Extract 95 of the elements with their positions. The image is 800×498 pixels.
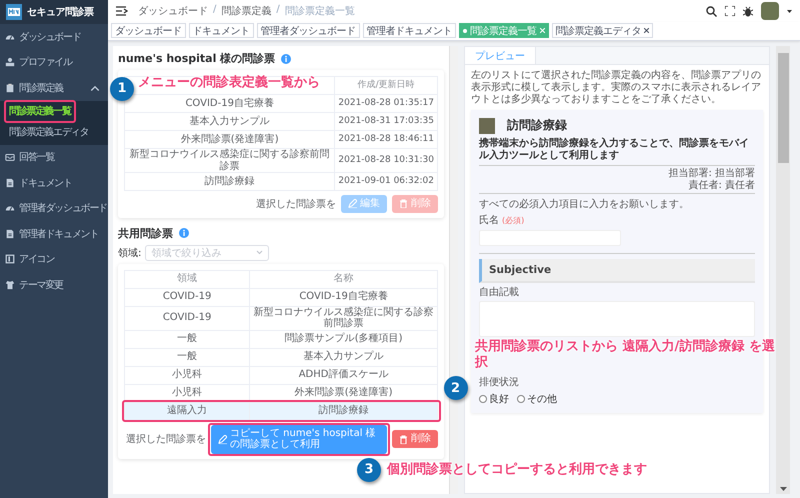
- trash-icon: [399, 434, 408, 444]
- column-header: 領域: [124, 270, 250, 288]
- filter-label: 領域:: [118, 246, 142, 260]
- form-title: 訪問診療録: [507, 117, 567, 134]
- table-cell: 2021-08-28 18:46:11: [334, 130, 438, 148]
- pencil-icon: [348, 199, 357, 208]
- highlight-frame: [4, 100, 76, 122]
- table-cell: COVID-19: [124, 288, 250, 306]
- fullscreen-icon: [725, 6, 735, 16]
- sidebar-item[interactable]: アイコン: [0, 246, 108, 272]
- required-label: (必須): [502, 216, 524, 225]
- table-cell: 2021-09-01 06:32:02: [334, 172, 438, 190]
- page-tab[interactable]: ドキュメント: [188, 23, 254, 38]
- pencil-icon: [218, 434, 227, 444]
- logo-icon: [6, 4, 22, 20]
- table-cell: 訪問診療録: [124, 172, 335, 190]
- sidebar-item[interactable]: テーマ変更: [0, 272, 108, 298]
- menu-icon: [116, 6, 128, 16]
- sidebar-subitem[interactable]: 問診票定義エディタ: [6, 122, 92, 142]
- photo-placeholder: [479, 118, 495, 134]
- search-icon: [706, 6, 717, 16]
- field-label: 排便状況: [479, 377, 519, 388]
- notice-text: 左のリストにて選択された問診票定義の内容を、問診票アプリの表示形式に模して表示します。実際のスマホに表示されるレイアウトとは多少異なっておりますことをご了承ください。: [471, 70, 762, 106]
- action-label: 選択した問診票を: [126, 432, 206, 446]
- sidebar-item[interactable]: 管理者ダッシュボード: [0, 196, 108, 221]
- table-cell: 基本入力サンプル: [124, 112, 335, 130]
- action-label: 選択した問診票を: [256, 198, 336, 211]
- trash-icon: [399, 199, 408, 208]
- bug-icon: [743, 6, 753, 16]
- form-description: 携帯端末から訪問診療録を入力することで、問診票をモバイル入力ツールとして利用します: [479, 138, 750, 162]
- column-header: 名称: [250, 270, 438, 288]
- breadcrumb-separator: /: [213, 4, 216, 17]
- scrollbar[interactable]: [776, 46, 790, 494]
- page-tab[interactable]: 問診票定義エディタ: [552, 23, 653, 38]
- table-cell: 遠隔入力: [124, 402, 250, 420]
- page-tab[interactable]: ダッシュボード: [111, 23, 186, 38]
- field-label: 自由記載: [479, 286, 519, 298]
- table-cell: 新型コロナウイルス感染症に関する診察前問診票: [250, 306, 438, 330]
- table-cell: COVID-19自宅療養: [250, 288, 438, 306]
- owner-text: 責任者: 責任者: [687, 180, 755, 191]
- breadcrumb-separator: /: [276, 4, 280, 17]
- sidebar-item[interactable]: 回答一覧: [0, 144, 108, 170]
- table-cell: 外来問診票(発達障害): [124, 130, 335, 148]
- radio-option[interactable]: 良好: [479, 392, 509, 406]
- shirt-icon: [5, 280, 15, 290]
- inbox-icon: [5, 152, 15, 162]
- department-text: 担当部署: 担当部署: [667, 168, 755, 180]
- page-tab[interactable]: 管理者ダッシュボード: [256, 23, 360, 38]
- table-cell: 訪問診療録: [250, 402, 438, 420]
- sidebar-item[interactable]: ダッシュボード: [0, 24, 108, 50]
- instruction-text: すべての必須入力項目に入力をお願いします。: [479, 198, 690, 211]
- table-cell: 2021-08-31 17:03:35: [334, 112, 438, 130]
- table-cell: 基本入力サンプル: [250, 348, 438, 366]
- sidebar-item[interactable]: ドキュメント: [0, 170, 108, 196]
- field-label: 氏名: [479, 215, 499, 226]
- sidebar-item[interactable]: 問診票定義: [0, 75, 108, 100]
- table-cell: 問診票サンプル(多種項目): [250, 330, 438, 348]
- table-cell: 一般: [124, 330, 250, 348]
- annotation-text: メニューの問診表定義一覧から: [138, 74, 316, 91]
- caret-down-icon: [787, 10, 792, 12]
- sidebar-item[interactable]: 管理者ドキュメント: [0, 221, 108, 246]
- radio-option[interactable]: その他: [517, 392, 557, 406]
- section-header: Subjective: [479, 258, 755, 282]
- table-cell: COVID-19: [124, 306, 250, 330]
- table-cell: 2021-08-28 01:35:17: [334, 94, 438, 112]
- info-icon: [179, 228, 189, 238]
- sidebar-subitem[interactable]: 問診票定義一覧: [6, 100, 74, 122]
- clipboard-icon: [5, 82, 15, 93]
- table-cell: 一般: [124, 348, 250, 366]
- table-cell: 新型コロナウイルス感染症に関する診察前問診票: [124, 148, 335, 172]
- person-icon: [5, 57, 15, 68]
- section-title: nume's hospital 様の問診票: [118, 51, 276, 66]
- scrollbar-thumb[interactable]: [778, 53, 788, 163]
- breadcrumb-link[interactable]: 問診票定義: [221, 4, 272, 18]
- info-icon: [281, 54, 292, 64]
- breadcrumb-current: 問診票定義一覧: [284, 4, 355, 18]
- table-cell: ADHD評価スケール: [250, 366, 438, 384]
- document-icon: [5, 228, 15, 239]
- annotation-text: 共用問診票のリストから 遠隔入力/訪問診療録 を選択: [475, 339, 775, 372]
- annotation-text: 個別問診票としてコピーすると利用できます: [387, 462, 648, 478]
- sidebar-item[interactable]: プロファイル: [0, 50, 108, 75]
- column-header: 作成/更新日時: [334, 76, 438, 94]
- table-cell: 小児科: [124, 366, 250, 384]
- chevron-down-icon: [256, 250, 264, 255]
- breadcrumb-link[interactable]: ダッシュボード: [138, 4, 208, 18]
- page-tab[interactable]: 管理者ドキュメント: [362, 23, 456, 38]
- table-cell: 2021-08-28 10:31:30: [334, 148, 438, 172]
- table-cell: 小児科: [124, 384, 250, 402]
- scroll-down-arrow-icon: [780, 487, 786, 491]
- app-title: セキュア問診票: [27, 6, 94, 19]
- avatar[interactable]: [761, 2, 779, 20]
- panel-icon: [5, 254, 15, 264]
- document-icon: [5, 178, 15, 188]
- section-title: 共用問診票: [118, 226, 173, 240]
- table-cell: 外来問診票(発達障害): [250, 384, 438, 402]
